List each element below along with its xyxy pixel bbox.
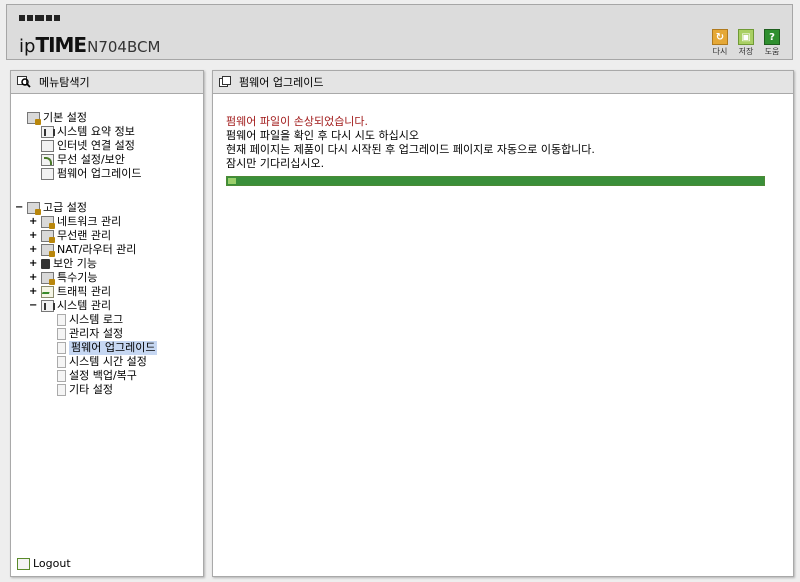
tree-item-label: 인터넷 연결 설정 (57, 139, 135, 152)
expand-toggle[interactable]: + (29, 271, 37, 285)
tree-basic-settings-label: 기본 설정 (43, 111, 87, 124)
logout-label: Logout (33, 557, 71, 570)
menu-explorer-title: 메뉴탐색기 (39, 76, 90, 89)
error-message: 펌웨어 파일이 손상되었습니다. (226, 115, 369, 128)
tree-item-wireless-security[interactable]: 무선 설정/보안 (41, 153, 125, 167)
expand-toggle[interactable]: + (29, 257, 37, 271)
tree-item-other-settings[interactable]: 기타 설정 (57, 383, 113, 397)
magnifier-icon (17, 76, 31, 88)
reload-label: 다시 (712, 47, 728, 56)
brand-main: TIME (35, 33, 87, 57)
expand-toggle[interactable]: + (29, 229, 37, 243)
top-header: ip TIME N704BCM ↻ 다시 ▣ 저장 ? 도움 (6, 4, 793, 60)
tree-item-label: 무선 설정/보안 (57, 153, 125, 166)
model-name: N704BCM (87, 38, 161, 56)
tree-group-traffic[interactable]: + 트래픽 관리 (29, 285, 111, 299)
traffic-icon (41, 286, 54, 298)
document-icon (57, 370, 66, 382)
tree-item-label: 관리자 설정 (69, 327, 124, 340)
save-icon: ▣ (738, 29, 754, 45)
help-label: 도움 (764, 47, 780, 56)
progress-bar (226, 176, 765, 186)
tree-item-internet-setup[interactable]: 인터넷 연결 설정 (41, 139, 135, 153)
router-folder-icon (41, 244, 55, 257)
save-button[interactable]: ▣ 저장 (736, 29, 756, 57)
toolbar: ↻ 다시 ▣ 저장 ? 도움 (710, 29, 782, 57)
menu-explorer-panel: 메뉴탐색기 기본 설정 시스템 요약 정보 인터넷 연결 설정 무선 설정/보안… (10, 70, 204, 577)
tree-group-nat-router[interactable]: + NAT/라우터 관리 (29, 243, 136, 257)
help-icon: ? (764, 29, 780, 45)
reload-button[interactable]: ↻ 다시 (710, 29, 730, 57)
content-title: 펌웨어 업그레이드 (239, 76, 324, 89)
expand-toggle[interactable]: + (29, 215, 37, 229)
tree-item-label: 설정 백업/복구 (69, 369, 137, 382)
tree-group-security[interactable]: + 보안 기능 (29, 257, 97, 271)
save-label: 저장 (738, 47, 754, 56)
document-icon (57, 384, 66, 396)
special-folder-icon (41, 272, 55, 285)
document-icon (57, 342, 66, 354)
tree-group-label: 무선랜 관리 (57, 229, 112, 242)
help-button[interactable]: ? 도움 (762, 29, 782, 57)
wireless-folder-icon (41, 230, 55, 243)
folder-gear-icon (27, 112, 41, 125)
tree-group-label: 네트워크 관리 (57, 215, 122, 228)
tree-item-admin-settings[interactable]: 관리자 설정 (57, 327, 123, 341)
info-line-3: 잠시만 기다리십시오. (226, 157, 325, 170)
folder-gear-icon (27, 202, 41, 215)
network-folder-icon (41, 216, 55, 229)
tree-item-system-log[interactable]: 시스템 로그 (57, 313, 123, 327)
content-header: 펌웨어 업그레이드 (213, 71, 793, 94)
expand-toggle[interactable]: + (29, 285, 37, 299)
document-icon (57, 328, 66, 340)
firmware-status-message: 펌웨어 파일이 손상되었습니다. 펌웨어 파일을 확인 후 다시 시도 하십시오… (226, 115, 766, 171)
tree-advanced-settings[interactable]: − 고급 설정 (15, 201, 87, 215)
tree-item-system-summary[interactable]: 시스템 요약 정보 (41, 125, 135, 139)
tree-item-label: 시스템 시간 설정 (69, 355, 147, 368)
wireless-icon (41, 154, 54, 166)
firmware-icon (41, 168, 54, 180)
tree-item-label: 펌웨어 업그레이드 (57, 167, 142, 180)
tree-basic-settings[interactable]: 기본 설정 (27, 111, 87, 125)
info-line-2: 현재 페이지는 제품이 다시 시작된 후 업그레이드 페이지로 자동으로 이동합… (226, 143, 595, 156)
tree-group-special[interactable]: + 특수기능 (29, 271, 97, 285)
logout-icon (17, 557, 30, 570)
brand-logo: ip TIME N704BCM (19, 33, 160, 57)
tree-group-label: 트래픽 관리 (57, 285, 112, 298)
tree-advanced-settings-label: 고급 설정 (43, 201, 87, 214)
collapse-toggle[interactable]: − (29, 299, 37, 313)
tree-group-label: NAT/라우터 관리 (57, 243, 137, 256)
tree-group-label: 시스템 관리 (57, 299, 112, 312)
tree-group-system[interactable]: − 시스템 관리 (29, 299, 111, 313)
menu-explorer-header: 메뉴탐색기 (11, 71, 203, 94)
expand-toggle[interactable]: + (29, 243, 37, 257)
brand-prefix: ip (19, 36, 36, 57)
window-icon (219, 76, 231, 88)
monitor-icon (41, 140, 54, 152)
info-line-1: 펌웨어 파일을 확인 후 다시 시도 하십시오 (226, 129, 420, 142)
lock-icon (41, 259, 50, 269)
tree-group-network[interactable]: + 네트워크 관리 (29, 215, 121, 229)
reload-icon: ↻ (712, 29, 728, 45)
logo-mark (19, 15, 60, 21)
tree-group-label: 특수기능 (57, 271, 98, 284)
logout-button[interactable]: Logout (17, 557, 71, 570)
system-folder-icon (41, 300, 55, 312)
document-icon (57, 314, 66, 326)
tree-group-label: 보안 기능 (53, 257, 97, 270)
chart-icon (41, 126, 55, 138)
progress-knob (228, 178, 236, 184)
tree-item-label: 시스템 로그 (69, 313, 124, 326)
document-icon (57, 356, 66, 368)
tree-item-system-time[interactable]: 시스템 시간 설정 (57, 355, 147, 369)
tree-item-firmware-upgrade[interactable]: 펌웨어 업그레이드 (57, 341, 158, 355)
tree-group-wlan[interactable]: + 무선랜 관리 (29, 229, 111, 243)
tree-item-firmware-upgrade-basic[interactable]: 펌웨어 업그레이드 (41, 167, 141, 181)
content-panel: 펌웨어 업그레이드 펌웨어 파일이 손상되었습니다. 펌웨어 파일을 확인 후 … (212, 70, 794, 577)
tree-item-label-selected: 펌웨어 업그레이드 (69, 341, 158, 355)
tree-item-backup-restore[interactable]: 설정 백업/복구 (57, 369, 137, 383)
tree-item-label: 기타 설정 (69, 383, 113, 396)
collapse-toggle[interactable]: − (15, 201, 23, 215)
tree-item-label: 시스템 요약 정보 (57, 125, 135, 138)
